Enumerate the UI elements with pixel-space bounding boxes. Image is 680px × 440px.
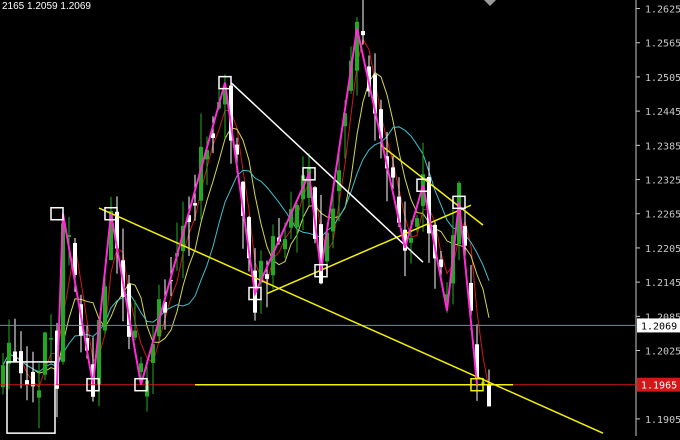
candle-body (1, 365, 5, 388)
candle-body (409, 237, 413, 243)
candle-body (295, 204, 299, 228)
candle-body (133, 330, 137, 338)
current-price-label: 1.2069 (641, 321, 677, 332)
price-chart[interactable]: 1.2625 1.2565 1.2505 1.2445 1.2385 1.2325 1.22… (0, 0, 680, 436)
candle-body (139, 363, 143, 373)
candle-body (7, 342, 11, 364)
candle-body (487, 385, 491, 407)
candle-body (283, 239, 287, 250)
candle-body (415, 218, 419, 227)
price-axis-label: 1.2145 (645, 278, 680, 289)
price-axis-label: 1.1905 (645, 415, 680, 426)
candle-body (193, 203, 197, 206)
candle-body (391, 167, 395, 178)
candle-body (43, 332, 47, 375)
price-axis-label: 1.2025 (645, 347, 680, 358)
candle-body (49, 338, 53, 340)
candle-body (31, 371, 35, 387)
pivot-box[interactable] (50, 206, 64, 221)
price-axis-label: 1.2445 (645, 107, 680, 118)
price-axis-label: 1.2385 (645, 141, 680, 152)
alert-price-label: 1.1965 (641, 381, 677, 392)
candle-body (337, 170, 341, 192)
trendline-yellow[interactable] (380, 144, 484, 226)
moving-average-fast (2, 37, 490, 390)
price-axis-label: 1.2325 (645, 176, 680, 187)
candle-body (331, 208, 335, 232)
price-axis-label: 1.2205 (645, 244, 680, 255)
candle-body (439, 259, 443, 268)
candle-body (361, 30, 365, 36)
candle-body (265, 274, 269, 279)
chart-shift-marker-icon[interactable] (484, 0, 496, 6)
ohlc-readout: 2165 1.2059 1.2069 (2, 1, 91, 12)
candle-body (37, 390, 41, 398)
price-axis-label: 1.2625 (645, 5, 680, 16)
price-axis-label: 1.2565 (645, 39, 680, 50)
candle-body (13, 351, 17, 362)
candle-body (25, 380, 29, 385)
price-axis-label: 1.2505 (645, 73, 680, 84)
price-axis-label: 1.2265 (645, 210, 680, 221)
chart-canvas[interactable]: 1.2625 1.2565 1.2505 1.2445 1.2385 1.2325 1.22… (0, 0, 680, 436)
